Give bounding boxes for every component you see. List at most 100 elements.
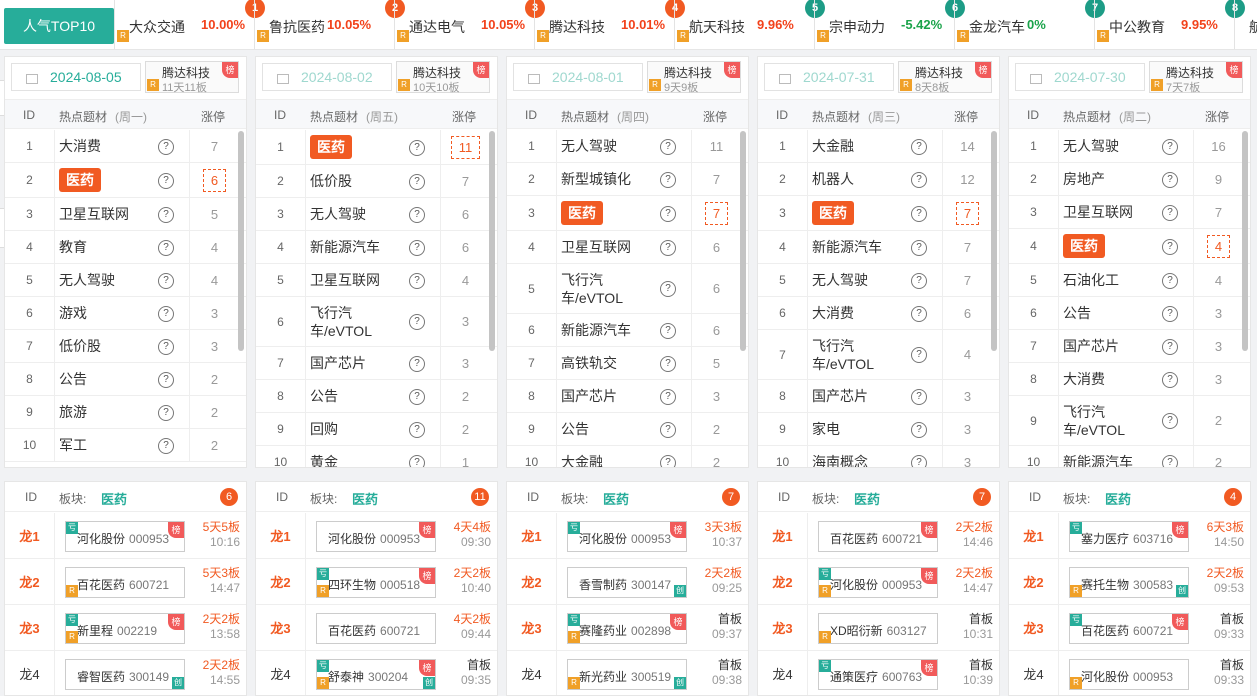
top-stock-chip[interactable]: 腾达科技 10天10板 R 榜 [396,61,490,94]
stock-chip[interactable]: 百花医药 600721 亏榜 [1069,613,1189,644]
topic-row[interactable]: 5 无人驾驶? 7 [758,264,999,297]
help-icon[interactable]: ? [158,437,174,454]
topic-row[interactable]: 1 无人驾驶? 11 [507,130,748,163]
topic-name[interactable]: 卫星互联网 [59,198,147,230]
topic-row[interactable]: 9 回购? 2 [256,413,497,446]
leader-row[interactable]: 龙2 河化股份 000953 亏 R 榜 2天2板 14:47 [758,559,999,605]
help-icon[interactable]: ? [1162,338,1178,355]
leader-row[interactable]: 龙4 舒泰神 300204 亏 R 创榜首板 09:35 [256,651,497,695]
topic-name[interactable]: 新能源汽车 [812,231,900,263]
topic-name[interactable]: 国产芯片 [310,347,398,379]
topic-name[interactable]: 军工 [59,429,147,461]
stock-chip[interactable]: 睿智医药 300149 创 [65,659,185,690]
help-icon[interactable]: ? [1162,238,1178,255]
stock-chip[interactable]: 河化股份 000953 亏榜 [567,521,687,552]
help-icon[interactable]: ? [660,388,676,405]
topic-name[interactable]: 大金融 [812,130,900,162]
topic-name[interactable]: 公告 [59,363,147,395]
stock-chip[interactable]: 新里程 002219 亏 R 榜 [65,613,185,644]
top-stock-chip[interactable]: 腾达科技 11天11板 R 榜 [145,61,239,94]
leader-row[interactable]: 龙1 河化股份 000953 榜 4天4板 09:30 [256,513,497,559]
help-icon[interactable]: ? [1162,272,1178,289]
board-name[interactable]: 医药 [352,489,378,508]
topic-name[interactable]: 教育 [59,231,147,263]
top10-item[interactable]: 宗申动力 -5.42% 6 R [814,0,965,49]
topic-name[interactable]: 医药 [561,196,649,230]
topic-row[interactable]: 7 国产芯片? 3 [256,347,497,380]
topic-row[interactable]: 9 公告? 2 [507,413,748,446]
leader-row[interactable]: 龙3 新里程 002219 亏 R 榜 2天2板 13:58 [5,605,246,651]
stock-chip[interactable]: 河化股份 000953 R [1069,659,1189,690]
topic-name[interactable]: 新能源汽车 [561,314,649,346]
help-icon[interactable]: ? [911,272,927,289]
topic-name[interactable]: 无人驾驶 [59,264,147,296]
stock-chip[interactable]: 香雪制药 300147 创 [567,567,687,598]
topic-row[interactable]: 5 卫星互联网? 4 [256,264,497,297]
topic-name[interactable]: 家电 [812,413,900,445]
topic-row[interactable]: 4 医药? 4 [1009,229,1250,264]
topic-row[interactable]: 8 大消费? 3 [1009,363,1250,396]
topic-name[interactable]: 飞行汽车/eVTOL [310,297,398,346]
topic-row[interactable]: 3 医药? 7 [507,196,748,231]
topic-row[interactable]: 5 无人驾驶? 4 [5,264,246,297]
topic-row[interactable]: 2 新型城镇化? 7 [507,163,748,196]
topic-row[interactable]: 6 飞行汽车/eVTOL? 3 [256,297,497,347]
top-stock-chip[interactable]: 腾达科技 8天8板 R 榜 [898,61,992,94]
help-icon[interactable]: ? [1162,454,1178,467]
topic-name[interactable]: 无人驾驶 [1063,130,1151,162]
topic-name[interactable]: 新型城镇化 [561,163,649,195]
topic-row[interactable]: 9 飞行汽车/eVTOL? 2 [1009,396,1250,446]
stock-chip[interactable]: 赛托生物 300583 R 创 [1069,567,1189,598]
topic-row[interactable]: 1 大消费? 7 [5,130,246,163]
stock-chip[interactable]: 百花医药 600721 榜 [818,521,938,552]
leader-row[interactable]: 龙3 XD昭衍新 603127 R 首板 10:31 [758,605,999,651]
board-name[interactable]: 医药 [101,489,127,508]
topic-name[interactable]: 黄金 [310,446,398,467]
topic-name[interactable]: 飞行汽车/eVTOL [812,330,900,379]
topic-name[interactable]: 医药 [59,163,147,197]
topic-row[interactable]: 10 大金融? 2 [507,446,748,467]
help-icon[interactable]: ? [409,139,425,156]
help-icon[interactable]: ? [158,206,174,223]
topic-row[interactable]: 1 大金融? 14 [758,130,999,163]
topic-row[interactable]: 4 新能源汽车? 6 [256,231,497,264]
help-icon[interactable]: ? [409,272,425,289]
leader-row[interactable]: 龙3 百花医药 600721 4天2板 09:44 [256,605,497,651]
topic-name[interactable]: 公告 [310,380,398,412]
top10-tab[interactable]: 人气TOP10 [4,8,114,44]
topic-name[interactable]: 游戏 [59,297,147,329]
date-picker[interactable]: 2024-08-05 [11,63,141,91]
help-icon[interactable]: ? [158,239,174,256]
topic-name[interactable]: 卫星互联网 [561,231,649,263]
topic-row[interactable]: 6 公告? 3 [1009,297,1250,330]
help-icon[interactable]: ? [660,171,676,188]
stock-chip[interactable]: 塞力医疗 603716 亏榜 [1069,521,1189,552]
help-icon[interactable]: ? [409,355,425,372]
help-icon[interactable]: ? [158,172,174,189]
topic-name[interactable]: 大消费 [59,130,147,162]
topic-name[interactable]: 无人驾驶 [812,264,900,296]
stock-chip[interactable]: 河化股份 000953 亏榜 [65,521,185,552]
topic-name[interactable]: 新能源汽车 [310,231,398,263]
scrollbar[interactable] [991,131,997,351]
scrollbar[interactable] [740,131,746,351]
topic-row[interactable]: 2 机器人? 12 [758,163,999,196]
topic-name[interactable]: 国产芯片 [812,380,900,412]
stock-chip[interactable]: 四环生物 000518 亏 R 榜 [316,567,436,598]
help-icon[interactable]: ? [409,454,425,467]
topic-row[interactable]: 2 房地产? 9 [1009,163,1250,196]
topic-row[interactable]: 8 国产芯片? 3 [507,380,748,413]
stock-chip[interactable]: 河化股份 000953 榜 [316,521,436,552]
leader-row[interactable]: 龙4 睿智医药 300149 创 2天2板 14:55 [5,651,246,695]
topic-name[interactable]: 公告 [561,413,649,445]
topic-row[interactable]: 7 国产芯片? 3 [1009,330,1250,363]
help-icon[interactable]: ? [1162,138,1178,155]
topic-row[interactable]: 10 海南概念? 3 [758,446,999,467]
topic-name[interactable]: 卫星互联网 [310,264,398,296]
top10-item[interactable]: 鲁抗医药 10.05% 2 R [254,0,405,49]
help-icon[interactable]: ? [911,171,927,188]
help-icon[interactable]: ? [1162,204,1178,221]
help-icon[interactable]: ? [1162,371,1178,388]
top10-item[interactable]: 金龙汽车 0% 7 R [954,0,1105,49]
help-icon[interactable]: ? [660,355,676,372]
